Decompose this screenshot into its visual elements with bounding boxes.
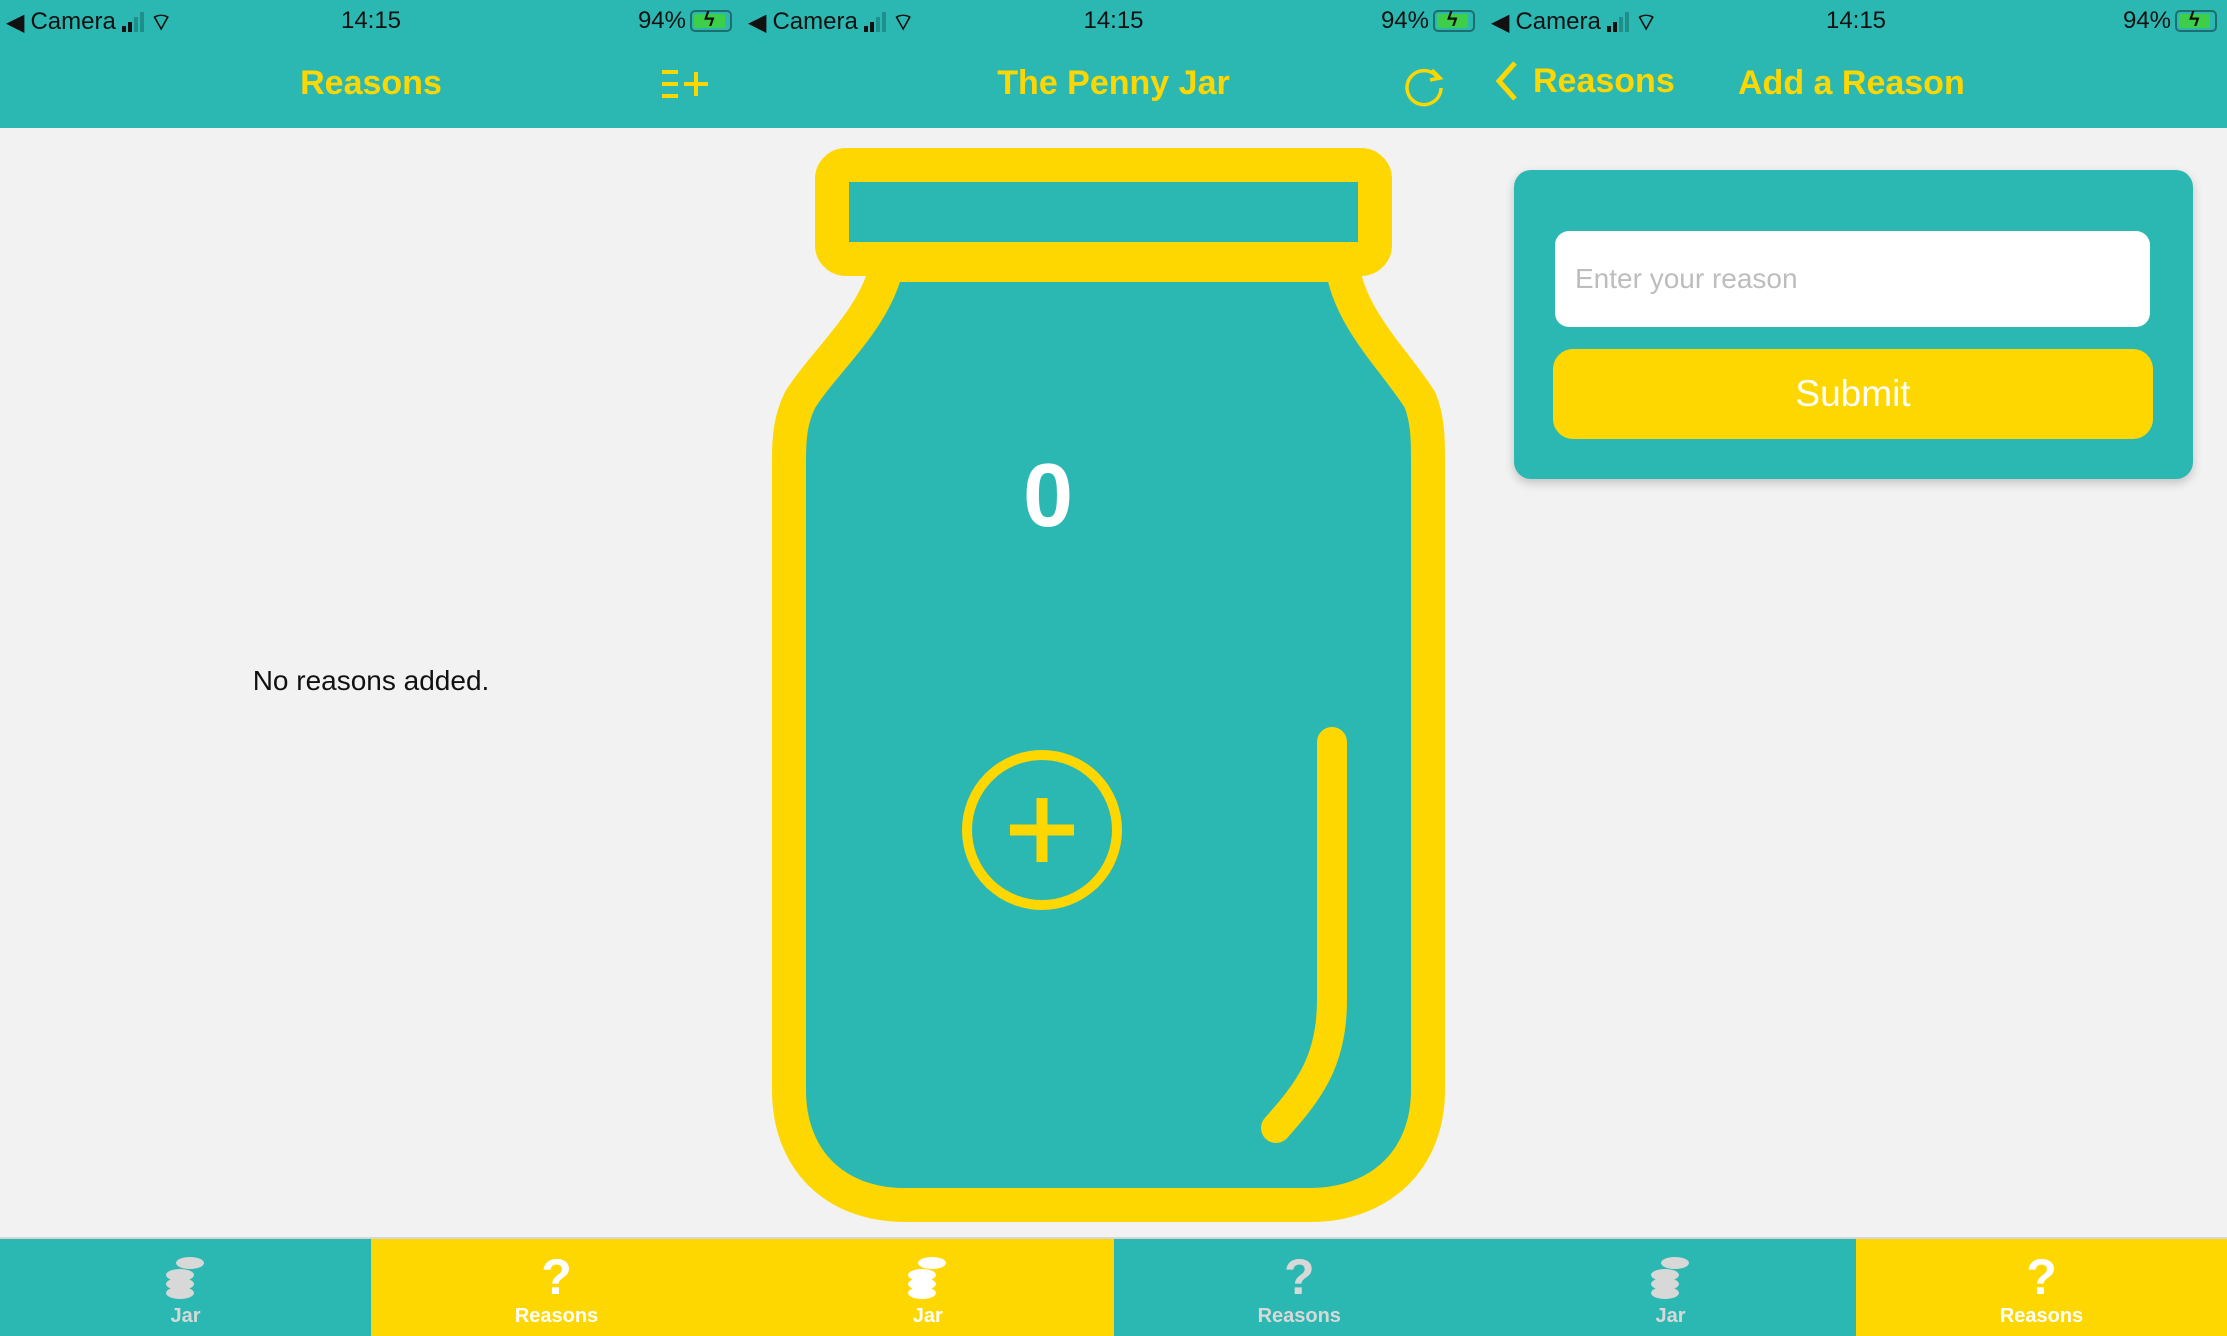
back-label: Reasons: [1533, 61, 1675, 100]
nav-header: The Penny Jar: [742, 42, 1485, 128]
back-button[interactable]: Reasons: [1495, 60, 1675, 102]
question-icon: ?: [1283, 1249, 1315, 1305]
tab-jar[interactable]: Jar: [742, 1239, 1114, 1336]
reason-form-card: Submit: [1514, 170, 2193, 479]
empty-state-text: No reasons added.: [252, 665, 490, 696]
page-title: Reasons: [300, 64, 442, 102]
tab-bar: Jar ? Reasons: [0, 1237, 742, 1336]
tab-label: Jar: [912, 1305, 943, 1327]
plus-circle-icon[interactable]: [960, 748, 1124, 912]
jar-screen: ◀ Camera ⌔ 14:15 94% ϟ The Penny Jar 0 Jar…: [742, 0, 1485, 1336]
battery-icon: ϟ: [690, 9, 732, 32]
clock: 14:15: [1825, 7, 1887, 34]
penny-jar: [772, 148, 1445, 1222]
page-title: The Penny Jar: [997, 64, 1230, 102]
battery-icon: ϟ: [2175, 9, 2217, 32]
nav-header: Reasons Add a Reason: [1485, 42, 2227, 128]
nav-header: Reasons: [0, 42, 742, 128]
tab-label: Reasons: [1257, 1305, 1341, 1327]
submit-button[interactable]: Submit: [1553, 349, 2153, 439]
tab-reasons[interactable]: ? Reasons: [371, 1239, 742, 1336]
coins-icon: [906, 1249, 950, 1305]
tab-bar: Jar ? Reasons: [1485, 1237, 2227, 1336]
tab-label: Reasons: [514, 1305, 599, 1327]
tab-bar: Jar ? Reasons: [742, 1237, 1485, 1336]
coins-icon: [1649, 1249, 1693, 1305]
reason-input[interactable]: [1555, 231, 2150, 327]
battery-percent: 94%: [1380, 7, 1429, 34]
refresh-icon[interactable]: [1402, 64, 1446, 108]
tab-label: Jar: [170, 1305, 201, 1327]
question-icon: ?: [2026, 1249, 2057, 1305]
clock: 14:15: [340, 7, 402, 34]
status-bar: ◀ Camera ⌔ 14:15 94% ϟ: [742, 0, 1485, 42]
tab-reasons[interactable]: ? Reasons: [1113, 1239, 1485, 1336]
reasons-screen: ◀ Camera ⌔ 14:15 94% ϟ Reasons No reasons …: [0, 0, 742, 1336]
tab-label: Reasons: [1999, 1305, 2084, 1327]
question-icon: ?: [541, 1249, 572, 1305]
battery-percent: 94%: [2122, 7, 2171, 34]
add-list-icon[interactable]: [660, 66, 710, 102]
tab-label: Jar: [1655, 1305, 1686, 1327]
chevron-left-icon: [1495, 61, 1517, 101]
battery-icon: ϟ: [1433, 9, 1475, 32]
tab-reasons[interactable]: ? Reasons: [1856, 1239, 2227, 1336]
status-bar: ◀ Camera ⌔ 14:15 94% ϟ: [1485, 0, 2227, 42]
tab-jar[interactable]: Jar: [1485, 1239, 1856, 1336]
status-bar: ◀ Camera ⌔ 14:15 94% ϟ: [0, 0, 742, 42]
battery-percent: 94%: [637, 7, 686, 34]
tab-jar[interactable]: Jar: [0, 1239, 371, 1336]
add-reason-screen: ◀ Camera ⌔ 14:15 94% ϟ Reasons Add a Reaso…: [1485, 0, 2227, 1336]
penny-count: 0: [1022, 446, 1074, 546]
page-title: Add a Reason: [1738, 64, 1965, 102]
coins-icon: [164, 1249, 208, 1305]
clock: 14:15: [1083, 7, 1144, 34]
